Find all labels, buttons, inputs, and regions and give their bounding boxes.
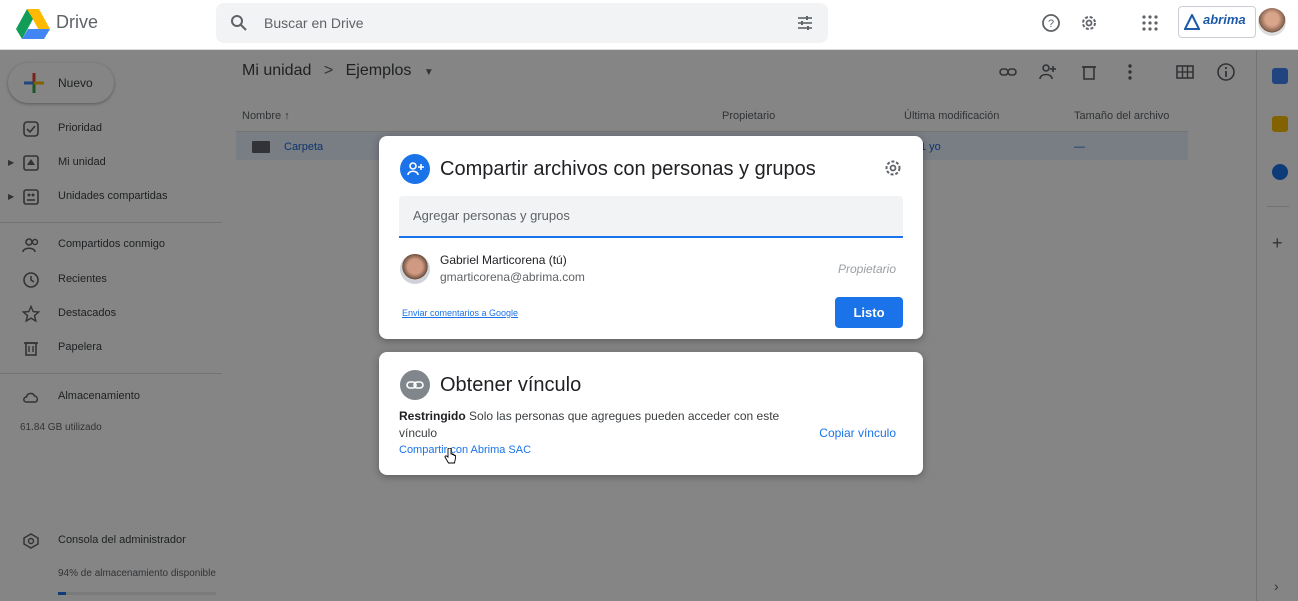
link-access-description: Restringido Solo las personas que agregu…: [399, 408, 799, 442]
organization-logo[interactable]: abrima: [1178, 6, 1256, 38]
restricted-label[interactable]: Restringido: [399, 409, 466, 423]
app-name[interactable]: Drive: [56, 12, 98, 33]
settings-gear-icon[interactable]: [1079, 13, 1099, 33]
done-button[interactable]: Listo: [835, 297, 903, 328]
hand-cursor-icon: [444, 448, 456, 464]
share-dialog: Compartir archivos con personas y grupos…: [379, 136, 923, 339]
search-icon[interactable]: [230, 14, 248, 32]
add-people-input[interactable]: [413, 208, 883, 223]
copy-link-button[interactable]: Copiar vínculo: [819, 426, 896, 440]
apps-grid-icon[interactable]: [1140, 13, 1160, 33]
search-bar[interactable]: Buscar en Drive: [216, 3, 828, 43]
help-icon[interactable]: ?: [1041, 13, 1061, 33]
drive-logo-icon[interactable]: [16, 9, 50, 39]
top-bar: Drive Buscar en Drive ? abrima: [0, 0, 1298, 50]
person-name: Gabriel Marticorena (tú): [440, 253, 567, 267]
svg-text:?: ?: [1048, 18, 1054, 30]
brand-text: abrima: [1203, 12, 1246, 27]
add-people-field[interactable]: [399, 196, 903, 238]
person-role: Propietario: [837, 262, 896, 276]
get-link-dialog: Obtener vínculo Restringido Solo las per…: [379, 352, 923, 475]
search-options-icon[interactable]: [796, 14, 814, 32]
send-feedback-link[interactable]: Enviar comentarios a Google: [402, 308, 518, 318]
link-circle-icon: [400, 370, 430, 400]
person-avatar: [400, 254, 430, 284]
account-avatar[interactable]: [1258, 8, 1286, 36]
brand-triangle-icon: [1184, 14, 1200, 30]
share-dialog-title: Compartir archivos con personas y grupos: [440, 158, 816, 180]
share-with-org-link[interactable]: Compartir con Abrima SAC: [399, 444, 531, 456]
share-person-add-icon: [400, 154, 430, 184]
share-settings-gear-icon[interactable]: [883, 158, 903, 178]
search-input[interactable]: Buscar en Drive: [264, 15, 364, 31]
get-link-title: Obtener vínculo: [440, 374, 582, 396]
person-email: gmarticorena@abrima.com: [440, 270, 585, 284]
